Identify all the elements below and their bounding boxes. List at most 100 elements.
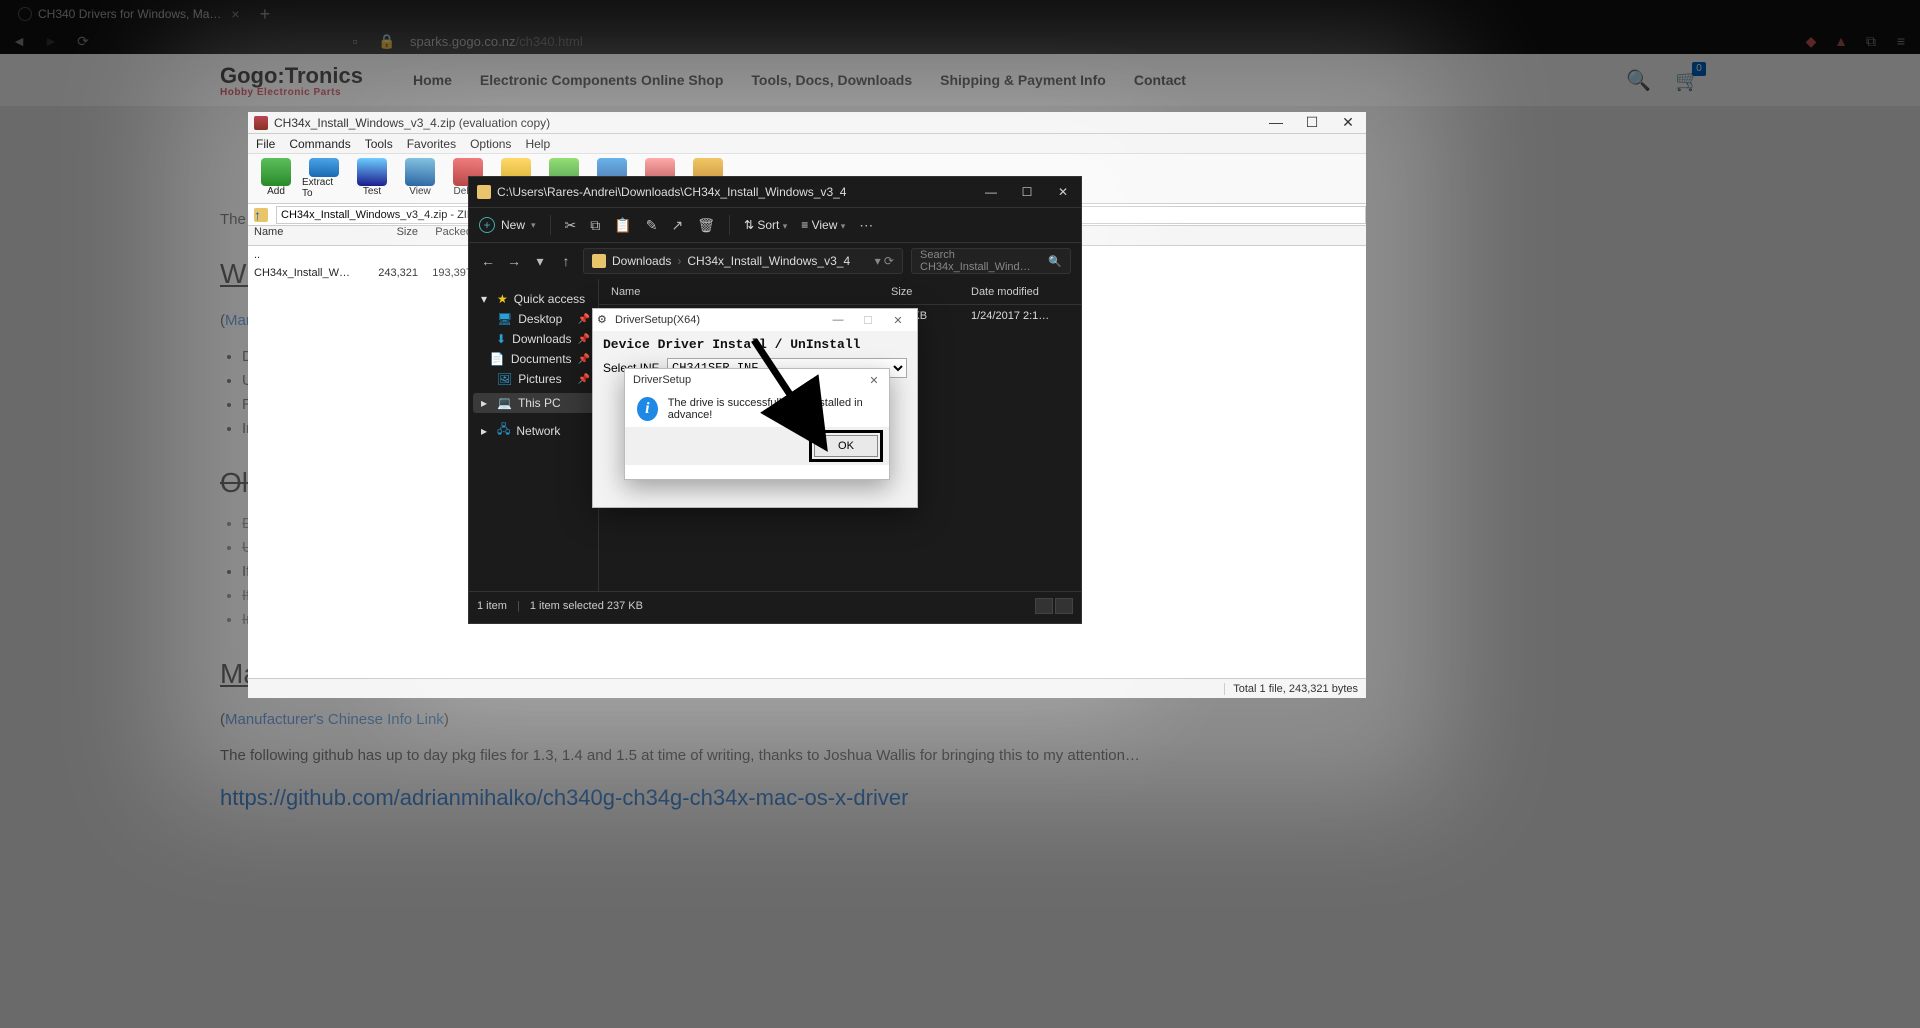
maximize-icon[interactable]: ☐	[1294, 114, 1330, 131]
driver-title-text: DriverSetup(X64)	[615, 314, 700, 326]
plus-icon: +	[479, 217, 495, 233]
nav-shop[interactable]: Electronic Components Online Shop	[480, 72, 723, 88]
menu-help[interactable]: Help	[525, 137, 550, 151]
winrar-icon	[254, 116, 268, 130]
nav-shipping[interactable]: Shipping & Payment Info	[940, 72, 1106, 88]
delete-icon[interactable]: 🗑	[697, 217, 715, 234]
menu-file[interactable]: File	[256, 137, 275, 151]
info-icon: i	[637, 397, 658, 421]
address-bar[interactable]: sparks.gogo.co.nz/ch340.html	[410, 34, 583, 49]
url-path: /ch340.html	[516, 34, 583, 49]
tool-add[interactable]: Add	[254, 158, 298, 199]
new-button[interactable]: +New▾	[479, 217, 536, 233]
maximize-icon[interactable]: ☐	[1009, 185, 1045, 199]
status-items: 1 item	[477, 600, 507, 612]
minimize-icon[interactable]: —	[973, 185, 1009, 199]
close-icon[interactable]: ✕	[1330, 114, 1366, 131]
reload-icon[interactable]: ⟳	[74, 33, 92, 50]
winrar-title-text: CH34x_Install_Windows_v3_4.zip (evaluati…	[274, 116, 550, 130]
menu-options[interactable]: Options	[470, 137, 511, 151]
github-link[interactable]: https://github.com/adrianmihalko/ch340g-…	[220, 785, 908, 810]
col-size[interactable]: Size	[358, 226, 418, 245]
main-nav: Home Electronic Components Online Shop T…	[413, 72, 1186, 88]
sort-button[interactable]: ⇅ Sort ▾	[744, 218, 787, 232]
driver-heading: Device Driver Install / UnInstall	[593, 331, 917, 358]
nav-home[interactable]: Home	[413, 72, 452, 88]
explorer-search[interactable]: Search CH34x_Install_Wind… 🔍	[911, 248, 1071, 274]
menu-commands[interactable]: Commands	[289, 137, 350, 151]
extension2-icon[interactable]: ▲	[1832, 33, 1850, 50]
sidebar-pictures[interactable]: 🖼Pictures📌	[473, 369, 594, 389]
maximize-icon: ☐	[853, 314, 883, 327]
browser-chrome: CH340 Drivers for Windows, Ma… × + ◄ ► ⟳…	[0, 0, 1920, 54]
site-info-icon[interactable]: ▫	[346, 33, 364, 49]
menu-favorites[interactable]: Favorites	[407, 137, 456, 151]
sidebar-desktop[interactable]: 🖥Desktop📌	[473, 309, 594, 329]
winrar-titlebar[interactable]: CH34x_Install_Windows_v3_4.zip (evaluati…	[248, 112, 1366, 134]
sidebar-this-pc[interactable]: ▸💻This PC	[473, 393, 594, 413]
minimize-icon[interactable]: —	[823, 314, 853, 327]
menu-tools[interactable]: Tools	[365, 137, 393, 151]
mac-link[interactable]: Manufacturer's Chinese Info Link	[225, 711, 444, 728]
forward-icon[interactable]: →	[505, 253, 523, 269]
favicon-icon	[18, 7, 32, 21]
explorer-statusbar: 1 item | 1 item selected 237 KB	[469, 591, 1081, 619]
nav-contact[interactable]: Contact	[1134, 72, 1186, 88]
msgbox-titlebar[interactable]: DriverSetup ✕	[625, 369, 889, 391]
view-button[interactable]: ≡ View ▾	[801, 218, 845, 232]
search-icon[interactable]: 🔍	[1626, 68, 1651, 93]
msgbox-title-text: DriverSetup	[633, 374, 691, 386]
menu-icon[interactable]: ≡	[1892, 33, 1910, 50]
sidebar-documents[interactable]: 📄Documents📌	[473, 349, 594, 369]
forward-icon: ►	[42, 33, 60, 49]
sidebar-quick-access[interactable]: ▾★Quick access	[473, 289, 594, 309]
app-icon: ⚙	[597, 313, 611, 327]
tool-test[interactable]: Test	[350, 158, 394, 199]
nav-tools[interactable]: Tools, Docs, Downloads	[751, 72, 912, 88]
cut-icon[interactable]: ✂	[565, 217, 577, 234]
window-icon[interactable]: ⧉	[1862, 33, 1880, 50]
browser-tab[interactable]: CH340 Drivers for Windows, Ma… ×	[8, 2, 254, 26]
close-icon[interactable]: ✕	[1045, 185, 1081, 199]
lock-icon[interactable]: 🔒	[378, 33, 396, 50]
url-host: sparks.gogo.co.nz	[410, 34, 516, 49]
minimize-icon[interactable]: —	[1258, 114, 1294, 131]
tool-view[interactable]: View	[398, 158, 442, 199]
more-icon[interactable]: ⋯	[859, 217, 873, 234]
view-switcher[interactable]	[1035, 598, 1073, 614]
col-name[interactable]: Name	[248, 226, 358, 245]
winrar-menubar: File Commands Tools Favorites Options He…	[248, 134, 1366, 154]
driver-titlebar[interactable]: ⚙ DriverSetup(X64) — ☐ ✕	[593, 309, 917, 331]
back-icon[interactable]: ◄	[10, 33, 28, 49]
copy-icon[interactable]: ⧉	[590, 217, 600, 234]
tool-extract[interactable]: Extract To	[302, 158, 346, 199]
folder-icon	[592, 254, 606, 268]
col-name[interactable]: Name	[599, 286, 891, 298]
folder-icon	[254, 208, 268, 222]
ok-highlight: OK	[809, 430, 883, 462]
share-icon[interactable]: ↗	[671, 217, 683, 234]
sidebar-network[interactable]: ▸🖧Network	[473, 417, 594, 444]
sidebar-downloads[interactable]: ⬇Downloads📌	[473, 329, 594, 349]
paste-icon[interactable]: 📋	[614, 217, 631, 234]
ok-button[interactable]: OK	[814, 435, 878, 457]
cart-button[interactable]: 🛒 0	[1675, 68, 1700, 93]
up-icon[interactable]: ↑	[557, 253, 575, 269]
new-tab-button[interactable]: +	[254, 4, 277, 25]
col-date[interactable]: Date modified	[971, 286, 1081, 298]
folder-icon	[477, 185, 491, 199]
status-selection: 1 item selected 237 KB	[530, 600, 643, 612]
close-icon[interactable]: ✕	[883, 314, 913, 327]
tab-title: CH340 Drivers for Windows, Ma…	[38, 7, 221, 21]
extension-icon[interactable]: ◆	[1802, 33, 1820, 50]
rename-icon[interactable]: ✎	[646, 217, 658, 234]
col-size[interactable]: Size	[891, 286, 971, 298]
close-icon[interactable]: ✕	[859, 374, 889, 387]
explorer-titlebar[interactable]: C:\Users\Rares-Andrei\Downloads\CH34x_In…	[469, 177, 1081, 207]
breadcrumb[interactable]: Downloads› CH34x_Install_Windows_v3_4 ▾ …	[583, 248, 903, 274]
recent-icon[interactable]: ▾	[531, 253, 549, 270]
back-icon[interactable]: ←	[479, 253, 497, 269]
logo[interactable]: Gogo:Tronics Hobby Electronic Parts	[220, 63, 363, 98]
close-tab-icon[interactable]: ×	[227, 6, 243, 22]
explorer-sidebar: ▾★Quick access 🖥Desktop📌 ⬇Downloads📌 📄Do…	[469, 279, 599, 591]
